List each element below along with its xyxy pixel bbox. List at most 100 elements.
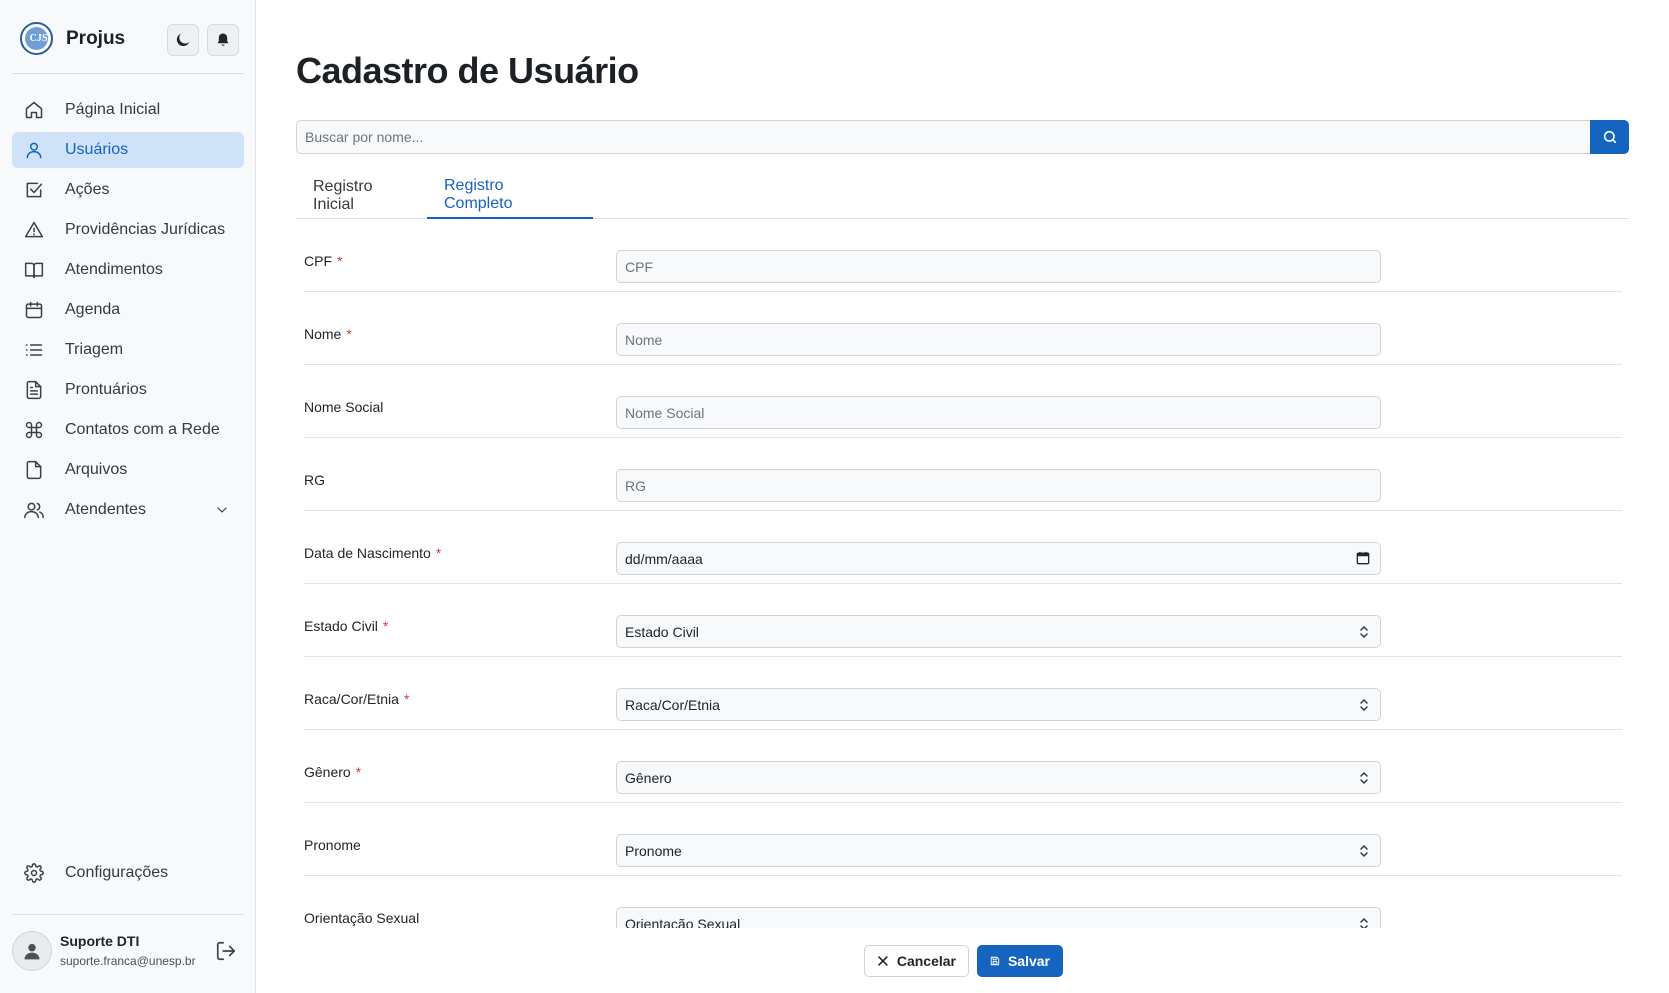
moon-icon	[176, 33, 190, 47]
sidebar-item-atendentes[interactable]: Atendentes	[12, 492, 244, 528]
file-icon	[26, 460, 42, 480]
sidebar-item-label: Arquivos	[65, 461, 128, 478]
orientacao-sexual-select[interactable]: Orientação Sexual	[616, 907, 1381, 928]
form-row-nome-social: Nome Social	[304, 365, 1622, 438]
select-value: Pronome	[625, 842, 682, 859]
estado-civil-select[interactable]: Estado Civil	[616, 615, 1381, 648]
chevron-up-down-icon	[1358, 624, 1370, 643]
sidebar-item-label: Triagem	[65, 341, 124, 358]
form-actions: Cancelar Salvar	[257, 928, 1669, 993]
field-label: Nome *	[304, 326, 352, 342]
chevron-up-down-icon	[1358, 697, 1370, 716]
sidebar-item-atendimentos[interactable]: Atendimentos	[12, 252, 244, 288]
form-row-pronome: Pronome Pronome	[304, 803, 1622, 876]
calendar-icon[interactable]	[1356, 551, 1370, 568]
search-bar	[296, 120, 1629, 154]
field-label: Estado Civil *	[304, 618, 389, 634]
save-icon	[990, 956, 1000, 966]
sidebar-item-prontuarios[interactable]: Prontuários	[12, 372, 244, 408]
nome-social-field[interactable]	[616, 396, 1381, 429]
sidebar-item-label: Atendentes	[65, 501, 146, 518]
save-label: Salvar	[1007, 953, 1050, 969]
sidebar-item-agenda[interactable]: Agenda	[12, 292, 244, 328]
tabs: Registro Inicial Registro Completo	[296, 172, 1629, 219]
rg-field[interactable]	[616, 469, 1381, 502]
sidebar-item-usuarios[interactable]: Usuários	[12, 132, 244, 168]
sidebar-item-pagina-inicial[interactable]: Página Inicial	[12, 92, 244, 128]
cancel-button[interactable]: Cancelar	[864, 945, 969, 977]
cpf-field[interactable]	[616, 250, 1381, 283]
required-marker: *	[355, 764, 362, 780]
tab-registro-completo[interactable]: Registro Completo	[427, 172, 593, 219]
sidebar-item-label: Contatos com a Rede	[65, 421, 220, 438]
pronome-select[interactable]: Pronome	[616, 834, 1381, 867]
home-icon	[25, 101, 43, 119]
logout-icon	[216, 941, 236, 961]
list-icon	[25, 344, 43, 356]
sidebar-item-label: Usuários	[65, 141, 129, 158]
sidebar-item-contatos-com-a-rede[interactable]: Contatos com a Rede	[12, 412, 244, 448]
avatar[interactable]	[12, 931, 52, 971]
page-title: Cadastro de Usuário	[296, 50, 639, 91]
sidebar-nav: Página Inicial Usuários Ações Providênci…	[12, 92, 244, 532]
gear-icon	[24, 862, 44, 883]
sidebar: CJS Projus Página Inicial Usuários Ações…	[0, 0, 256, 993]
chevron-up-down-icon	[1358, 843, 1370, 862]
form-row-orientacao-sexual: Orientação Sexual Orientação Sexual	[304, 876, 1622, 928]
sidebar-item-acoes[interactable]: Ações	[12, 172, 244, 208]
raca-cor-etnia-select[interactable]: Raca/Cor/Etnia	[616, 688, 1381, 721]
form-row-raca-cor-etnia: Raca/Cor/Etnia * Raca/Cor/Etnia	[304, 657, 1622, 730]
form-row-estado-civil: Estado Civil * Estado Civil	[304, 584, 1622, 657]
field-label: CPF *	[304, 253, 343, 269]
field-label: Orientação Sexual	[304, 910, 420, 926]
genero-select[interactable]: Gênero	[616, 761, 1381, 794]
form-row-cpf: CPF *	[304, 219, 1622, 292]
chevron-up-down-icon	[1358, 916, 1370, 928]
sidebar-item-configuracoes[interactable]: Configurações	[12, 855, 244, 891]
theme-toggle-button[interactable]	[167, 24, 199, 56]
sidebar-item-label: Providências Jurídicas	[65, 221, 226, 238]
sidebar-item-label: Ações	[65, 181, 110, 198]
user-email: suporte.franca@unesp.br	[60, 954, 196, 968]
search-icon	[1603, 130, 1616, 144]
logo-text: CJS	[29, 33, 48, 44]
form-row-data-nascimento: Data de Nascimento * dd/mm/aaaa	[304, 511, 1622, 584]
field-label: Gênero *	[304, 764, 362, 780]
date-value: dd/mm/aaaa	[625, 550, 703, 567]
search-button[interactable]	[1590, 120, 1629, 154]
main-content: Cadastro de Usuário Registro Inicial Reg…	[257, 0, 1669, 993]
field-label: RG	[304, 472, 325, 488]
cancel-label: Cancelar	[896, 953, 956, 969]
birthdate-field[interactable]: dd/mm/aaaa	[616, 542, 1381, 575]
user-name: Suporte DTI	[60, 933, 140, 949]
sidebar-item-label: Prontuários	[65, 381, 147, 398]
field-label: Data de Nascimento *	[304, 545, 442, 561]
alert-triangle-icon	[24, 221, 44, 238]
sidebar-item-triagem[interactable]: Triagem	[12, 332, 244, 368]
select-value: Raca/Cor/Etnia	[625, 696, 720, 713]
sidebar-item-label: Agenda	[65, 301, 121, 318]
tab-registro-inicial[interactable]: Registro Inicial	[296, 172, 427, 219]
close-icon	[878, 956, 888, 966]
required-marker: *	[337, 253, 343, 269]
save-button[interactable]: Salvar	[977, 945, 1063, 977]
nome-field[interactable]	[616, 323, 1381, 356]
sidebar-item-arquivos[interactable]: Arquivos	[12, 452, 244, 488]
search-input[interactable]	[296, 120, 1590, 154]
form-row-rg: RG	[304, 438, 1622, 511]
required-marker: *	[346, 326, 352, 342]
field-label: Raca/Cor/Etnia *	[304, 691, 410, 707]
user-avatar-icon	[24, 943, 40, 960]
sidebar-item-label: Página Inicial	[65, 101, 161, 118]
user-icon	[26, 142, 42, 159]
field-label: Nome Social	[304, 399, 384, 415]
required-marker: *	[403, 691, 410, 707]
notifications-button[interactable]	[207, 24, 239, 56]
chevron-down-icon[interactable]	[214, 502, 230, 523]
sidebar-item-label: Configurações	[65, 863, 169, 881]
sidebar-item-providencias-juridicas[interactable]: Providências Jurídicas	[12, 212, 244, 248]
divider	[12, 914, 244, 915]
form-row-genero: Gênero * Gênero	[304, 730, 1622, 803]
select-value: Gênero	[625, 769, 672, 786]
logout-button[interactable]	[215, 940, 237, 967]
